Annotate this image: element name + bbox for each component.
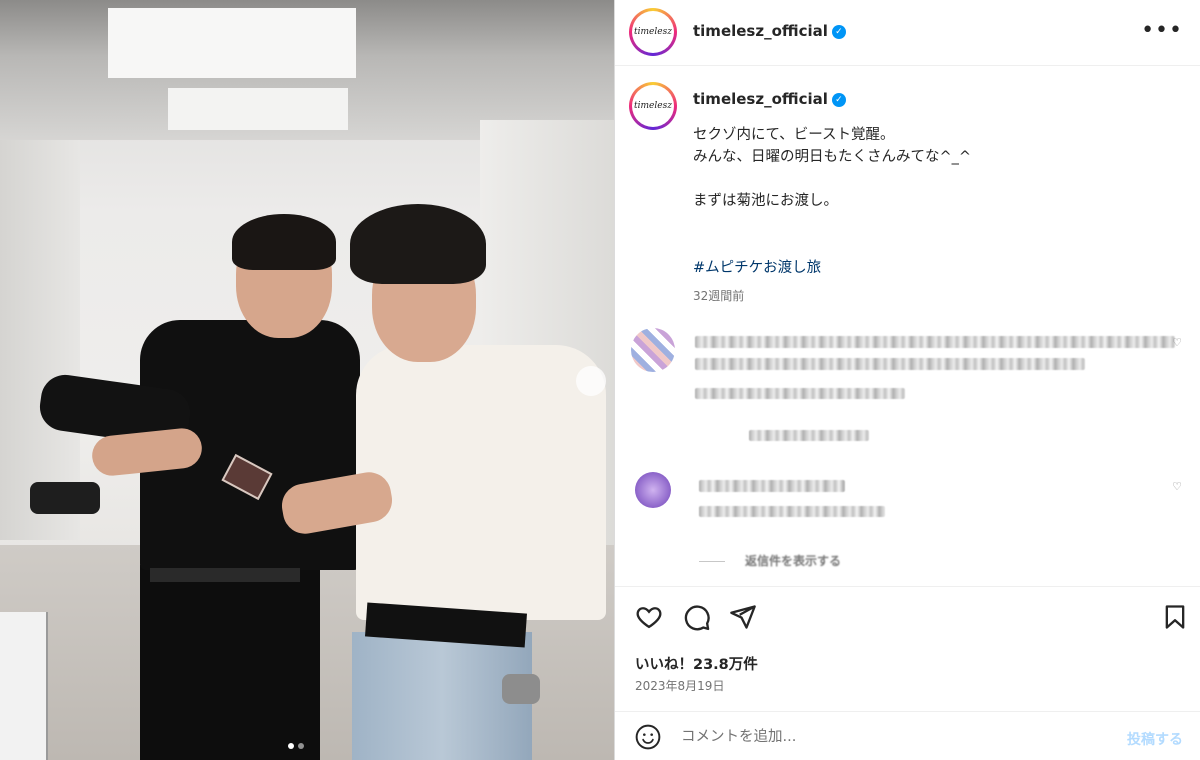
verified-badge-icon: ✓ [831, 92, 846, 107]
person-left-hair [232, 214, 336, 270]
bag [30, 482, 100, 514]
post-photo[interactable] [0, 0, 614, 760]
carousel-dot[interactable] [288, 743, 294, 749]
view-replies-link[interactable]: 返信件を表示する [699, 552, 841, 569]
caption-time: 32週間前 [693, 289, 745, 303]
studio-wall [0, 140, 80, 540]
post-side-panel: timelesz timelesz_official ✓ ••• timelesz… [614, 0, 1200, 760]
hashtag-link[interactable]: #ムピチケお渡し旅 [693, 256, 821, 277]
share-send-icon[interactable] [729, 603, 757, 631]
likes-count[interactable]: いいね！23.8万件 [635, 653, 758, 674]
save-bookmark-icon[interactable] [1161, 603, 1189, 631]
comment-like-icon[interactable]: ♡ [1172, 480, 1182, 493]
carousel-dot[interactable] [298, 743, 304, 749]
username-text: timelesz_official [693, 90, 828, 108]
more-options-icon[interactable]: ••• [1141, 18, 1183, 43]
caption-avatar[interactable]: timelesz [629, 82, 677, 130]
caption-username[interactable]: timelesz_official ✓ [693, 90, 846, 108]
wristwatch [502, 674, 540, 704]
blurred-comment-meta [695, 388, 905, 399]
header-username[interactable]: timelesz_official ✓ [693, 22, 846, 40]
person-right-white-shirt [356, 345, 606, 620]
belt [150, 568, 300, 582]
ceiling-light-panel [108, 8, 356, 78]
like-heart-icon[interactable] [635, 603, 663, 631]
comment-like-icon[interactable]: ♡ [1172, 336, 1182, 349]
post-actions: いいね！23.8万件 2023年8月19日 [615, 586, 1200, 711]
avatar-logo: timelesz [632, 11, 674, 53]
avatar[interactable]: timelesz [629, 8, 677, 56]
blurred-comment-text [699, 480, 845, 492]
carousel-next-button[interactable] [576, 366, 606, 396]
post-comment-button[interactable]: 投稿する [1127, 729, 1183, 749]
blurred-reply-link[interactable] [749, 430, 869, 441]
desk [0, 612, 48, 760]
comment-composer: 投稿する [615, 711, 1200, 760]
post-date: 2023年8月19日 [635, 679, 725, 693]
comment-input[interactable] [681, 722, 1101, 752]
person-left-trousers [140, 565, 320, 760]
username-text: timelesz_official [693, 22, 828, 40]
comment-bubble-icon[interactable] [683, 603, 711, 631]
commenter-avatar[interactable] [631, 328, 675, 372]
ceiling-light-panel [168, 88, 348, 130]
person-right-hair [350, 204, 486, 284]
commenter-avatar[interactable] [635, 472, 671, 508]
blurred-comment-text [695, 358, 1085, 370]
emoji-smiley-icon[interactable] [635, 724, 661, 750]
post-header: timelesz timelesz_official ✓ ••• [615, 0, 1200, 66]
view-replies-text: 返信件を表示する [745, 554, 842, 568]
caption-text: セクゾ内にて、ビースト覚醒。 みんな、日曜の明日もたくさんみてな^_^ まずは菊… [693, 127, 972, 209]
divider [699, 561, 725, 562]
blurred-comment-text [695, 336, 1175, 348]
avatar-logo: timelesz [632, 85, 674, 127]
carousel-dots [288, 743, 304, 749]
blurred-comment-meta [699, 506, 885, 517]
post-caption: セクゾ内にて、ビースト覚醒。 みんな、日曜の明日もたくさんみてな^_^ まずは菊… [693, 124, 1173, 212]
verified-badge-icon: ✓ [831, 24, 846, 39]
